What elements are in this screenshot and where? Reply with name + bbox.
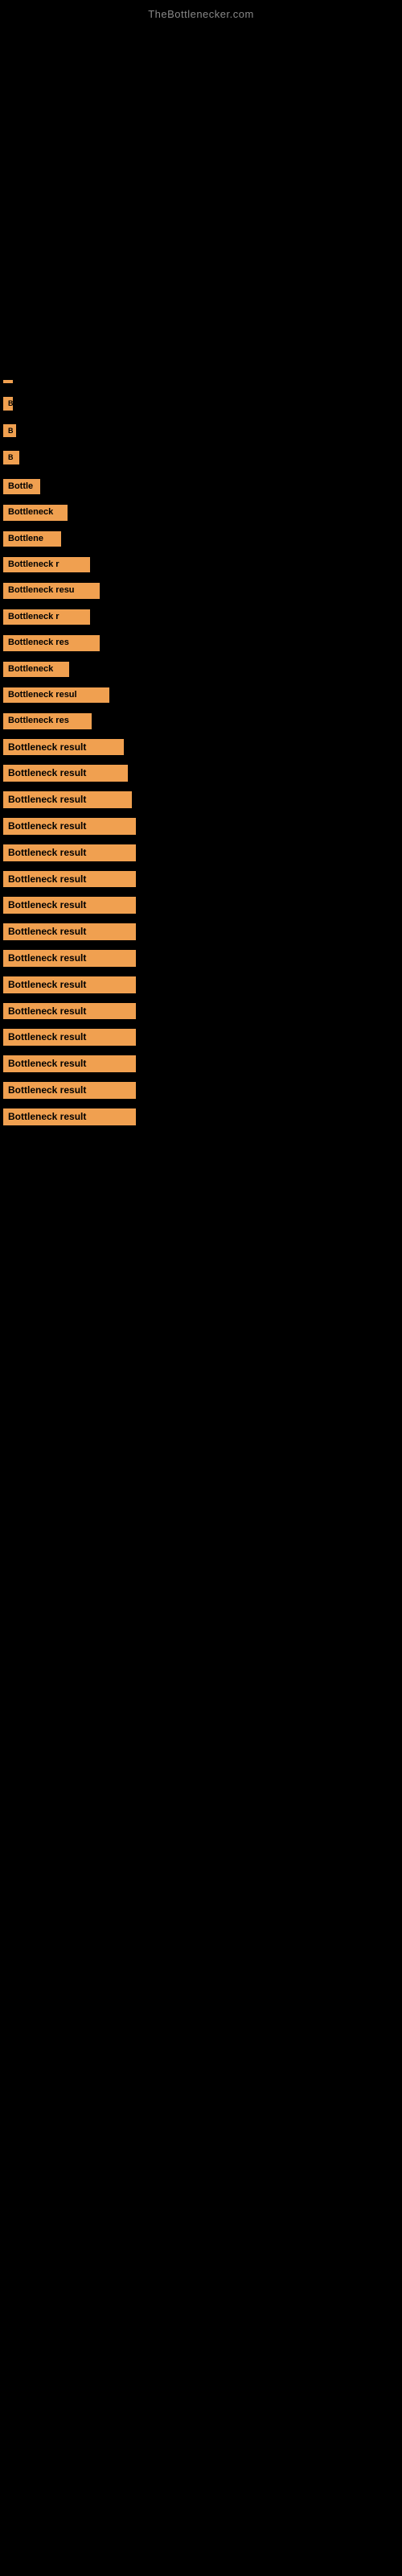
bars-container: BBBBottleBottleneckBottleneBottleneck rB… (0, 27, 402, 1130)
bottleneck-result-bar[interactable]: Bottleneck result (3, 765, 128, 782)
bar-row: Bottleneck result (0, 840, 402, 866)
bar-row: Bottleneck result (0, 998, 402, 1025)
bar-row: Bottleneck result (0, 919, 402, 945)
bar-row: Bottleneck result (0, 866, 402, 893)
bar-row: Bottleneck result (0, 1077, 402, 1104)
bottleneck-result-bar[interactable]: Bottleneck result (3, 897, 136, 914)
bar-row: Bottleneck result (0, 892, 402, 919)
bottleneck-result-bar[interactable]: Bottleneck result (3, 923, 136, 940)
bottleneck-result-bar[interactable] (3, 380, 13, 383)
bar-row: Bottleneck (0, 656, 402, 682)
bottleneck-result-bar[interactable]: Bottleneck (3, 505, 68, 520)
bottleneck-result-bar[interactable]: Bottleneck result (3, 1055, 136, 1072)
bottleneck-result-bar[interactable]: Bottleneck resu (3, 583, 100, 598)
bar-row: Bottleneck result (0, 734, 402, 761)
bottleneck-result-bar[interactable]: Bottleneck result (3, 1082, 136, 1099)
bar-row: Bottlene (0, 526, 402, 551)
bottleneck-result-bar[interactable]: Bottleneck result (3, 976, 136, 993)
bar-row: Bottleneck result (0, 1104, 402, 1130)
bar-row: Bottleneck result (0, 1051, 402, 1077)
bar-row (0, 27, 402, 392)
bottleneck-result-bar[interactable]: Bottleneck result (3, 791, 132, 808)
bottleneck-result-bar[interactable]: Bottleneck result (3, 1003, 136, 1020)
site-title: TheBottlenecker.com (0, 0, 402, 27)
bar-row: Bottleneck resu (0, 577, 402, 603)
bar-row: Bottleneck result (0, 813, 402, 840)
bar-row: Bottleneck result (0, 760, 402, 786)
bottleneck-result-bar[interactable]: Bottleneck (3, 662, 69, 677)
bottleneck-result-bar[interactable]: Bottleneck res (3, 713, 92, 729)
bottleneck-result-bar[interactable]: B (3, 451, 19, 464)
bottleneck-result-bar[interactable]: Bottleneck result (3, 1029, 136, 1046)
bottleneck-result-bar[interactable]: Bottleneck r (3, 609, 90, 625)
bar-row: B (0, 419, 402, 447)
bar-row: B (0, 446, 402, 473)
bar-row: B (0, 392, 402, 419)
bottleneck-result-bar[interactable]: Bottleneck result (3, 818, 136, 835)
bottleneck-result-bar[interactable]: B (3, 397, 13, 411)
bar-row: Bottleneck result (0, 945, 402, 972)
bottleneck-result-bar[interactable]: Bottlene (3, 531, 61, 547)
bottleneck-result-bar[interactable]: Bottleneck r (3, 557, 90, 572)
bottleneck-result-bar[interactable]: Bottleneck result (3, 844, 136, 861)
bar-row: Bottleneck res (0, 630, 402, 655)
bottleneck-result-bar[interactable]: Bottleneck result (3, 871, 136, 888)
bottleneck-result-bar[interactable]: Bottle (3, 479, 40, 494)
bar-row: Bottleneck res (0, 708, 402, 733)
bar-row: Bottleneck r (0, 604, 402, 630)
bar-row: Bottleneck (0, 499, 402, 525)
bottleneck-result-bar[interactable]: Bottleneck resul (3, 687, 109, 703)
bar-row: Bottleneck result (0, 786, 402, 813)
bar-row: Bottleneck resul (0, 682, 402, 708)
bottleneck-result-bar[interactable]: Bottleneck res (3, 635, 100, 650)
bottleneck-result-bar[interactable]: Bottleneck result (3, 1108, 136, 1125)
bar-row: Bottleneck r (0, 551, 402, 577)
bottleneck-result-bar[interactable]: Bottleneck result (3, 950, 136, 967)
bottleneck-result-bar[interactable]: Bottleneck result (3, 739, 124, 756)
bar-row: Bottle (0, 473, 402, 499)
bar-row: Bottleneck result (0, 1024, 402, 1051)
bar-row: Bottleneck result (0, 972, 402, 998)
bottleneck-result-bar[interactable]: B (3, 424, 16, 438)
